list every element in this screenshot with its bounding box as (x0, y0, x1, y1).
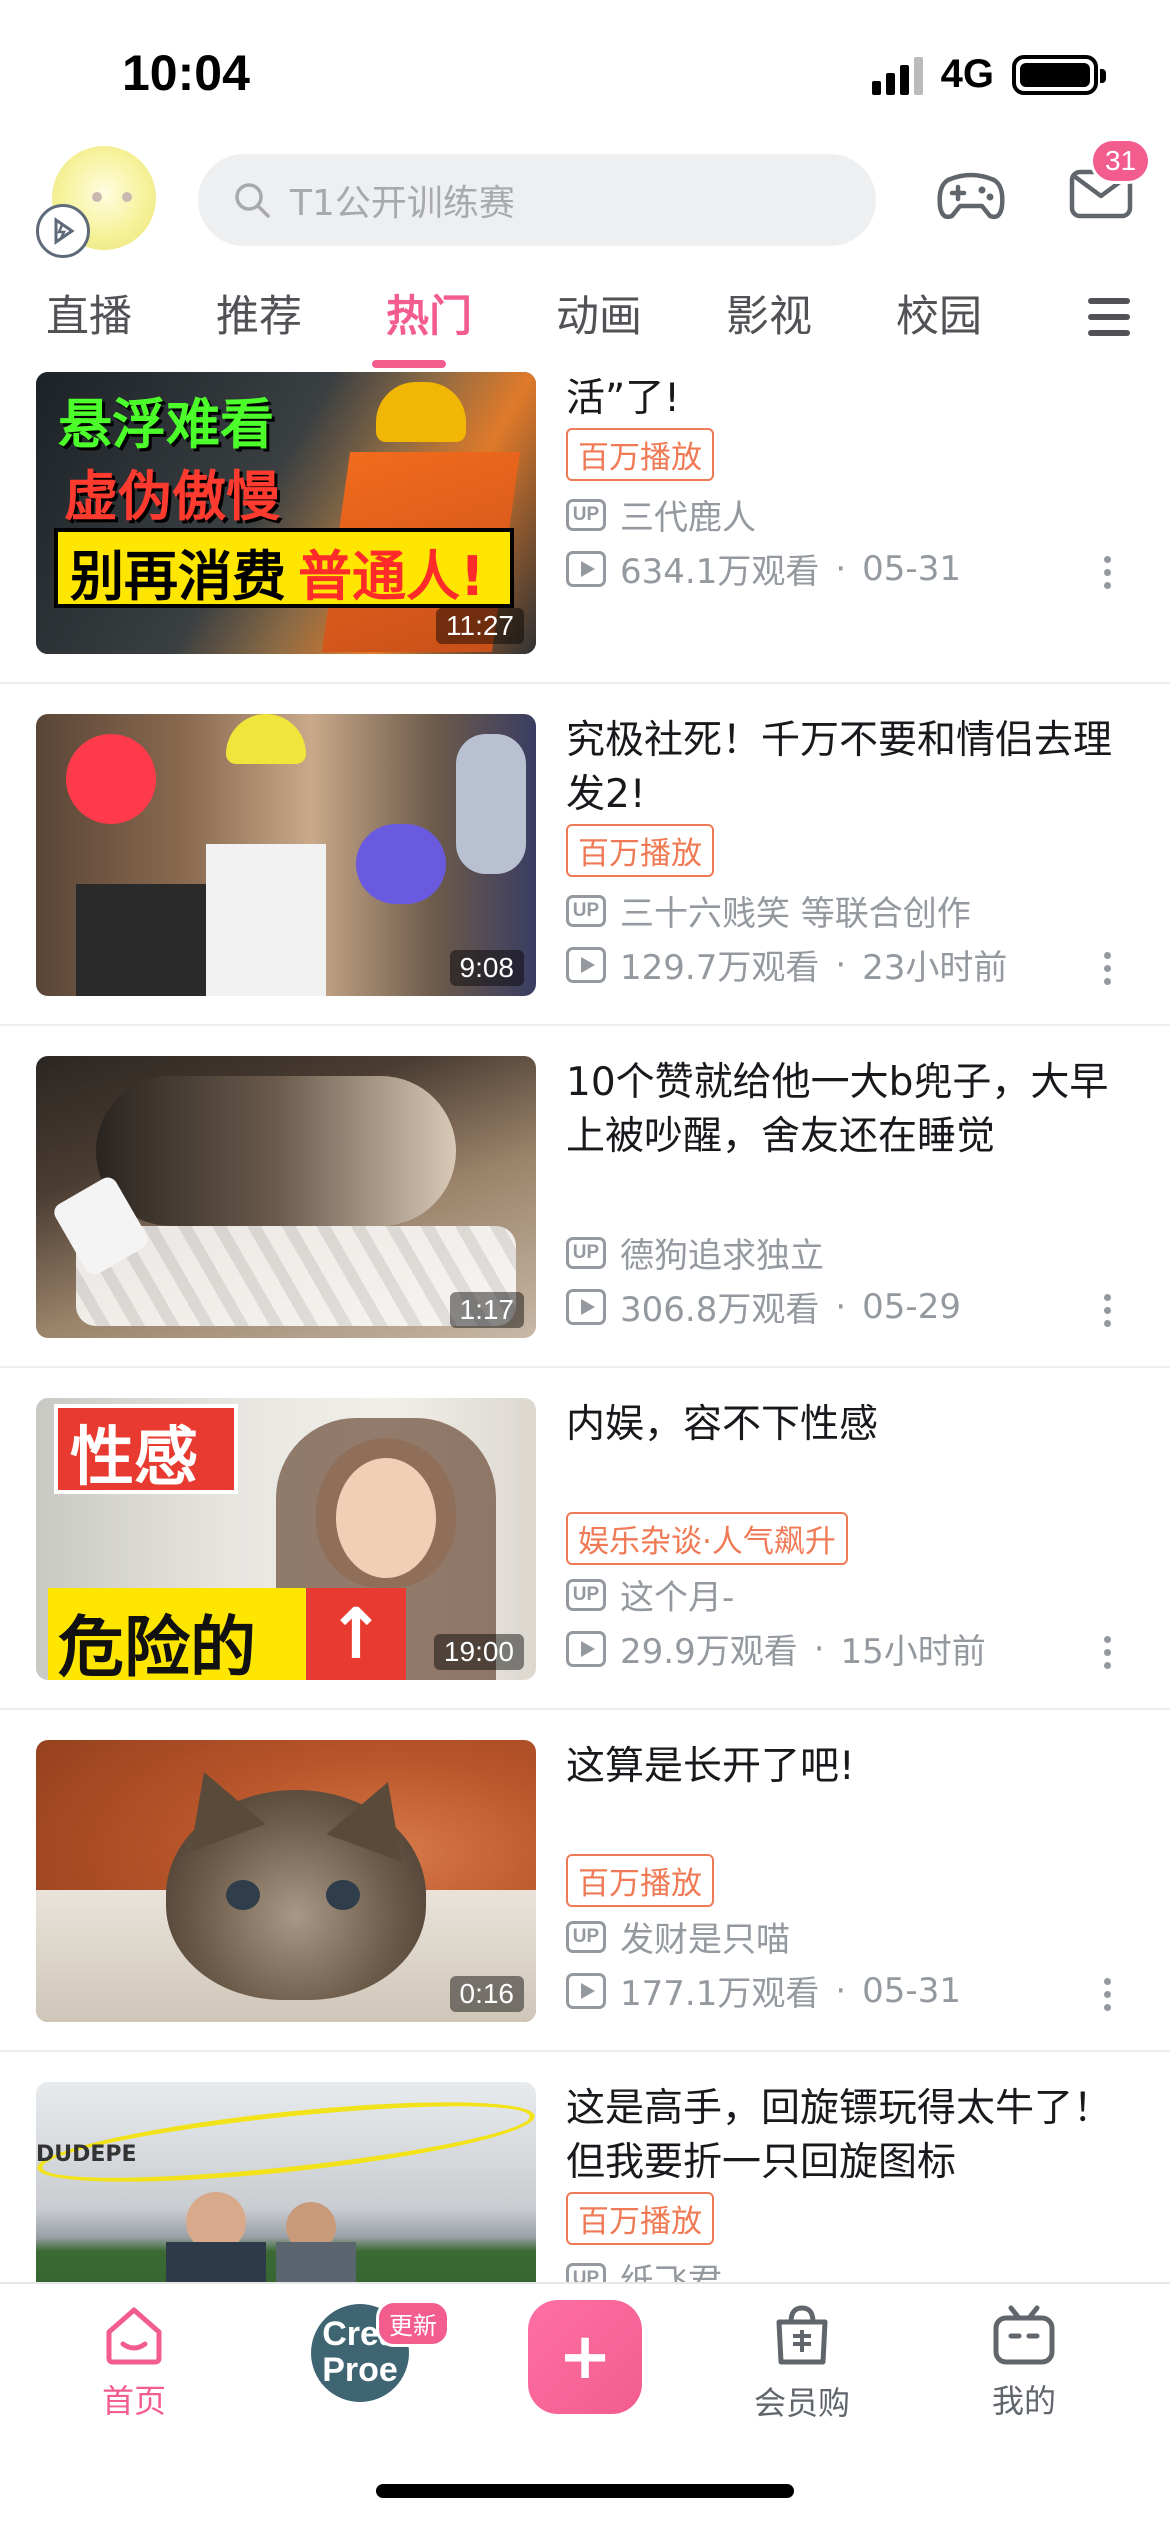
arrow-up-icon: ↑ (306, 1588, 406, 1680)
video-thumbnail[interactable]: 性感 危险的 ↑ 19:00 (36, 1398, 536, 1680)
video-title[interactable]: 宋来了？别再让明星“体验生活”了! (566, 372, 1126, 426)
thumbnail-caption: 危险的 (58, 1609, 256, 1680)
video-feed[interactable]: 悬浮难看 虚伪傲慢 别再消费 普通人! 11:27 宋来了？别再让明星“体验生活… (0, 372, 1170, 2282)
tab-live[interactable]: 直播 (46, 282, 132, 344)
video-author[interactable]: UP 德狗追求独立 (566, 1228, 824, 1277)
up-icon: UP (566, 2262, 606, 2282)
tab-recommend[interactable]: 推荐 (216, 282, 302, 344)
video-stats: 634.1万观看 · 05-31 (566, 544, 961, 593)
tab-anime[interactable]: 动画 (556, 282, 642, 344)
thumbnail-caption: 悬浮难看 (58, 393, 274, 456)
video-thumbnail[interactable]: 9:08 (36, 714, 536, 996)
tab-movies[interactable]: 影视 (726, 282, 812, 344)
search-bar[interactable]: T1公开训练赛 (198, 154, 876, 246)
video-duration: 0:16 (449, 1976, 524, 2012)
nav-vip-shop[interactable]: 会员购 (722, 2304, 882, 2424)
video-thumbnail[interactable]: 1:17 (36, 1056, 536, 1338)
video-author[interactable]: UP 纸飞君 (566, 2254, 722, 2282)
video-title[interactable]: 这是高手，回旋镖玩得太牛了！但我要折一只回旋图标 (566, 2082, 1126, 2190)
video-title[interactable]: 这算是长开了吧! (566, 1740, 1126, 1794)
up-icon: UP (566, 498, 606, 531)
thumbnail-caption: 普通人! (298, 545, 485, 608)
video-card[interactable]: 0:16 这算是长开了吧! 百万播放 UP 发财是只喵 177.1万观看 · 05-3… (0, 1710, 1170, 2052)
video-author[interactable]: UP 三十六贱笑 等联合创作 (566, 886, 971, 935)
up-icon: UP (566, 1236, 606, 1269)
nav-home[interactable]: 首页 (54, 2304, 214, 2422)
play-count-icon (566, 1972, 606, 2009)
video-thumbnail[interactable]: DUDEPE (36, 2082, 536, 2282)
play-count-icon (566, 1288, 606, 1325)
top-header: T1公开训练赛 31 (0, 138, 1170, 266)
search-icon (235, 183, 270, 218)
video-stats: 306.8万观看 · 05-29 (566, 1282, 961, 1331)
home-icon (106, 2307, 162, 2365)
video-duration: 9:08 (449, 950, 524, 986)
status-right: 4G (871, 52, 1106, 97)
play-count-icon (566, 1630, 606, 1667)
shopping-bag-icon (776, 2305, 828, 2365)
video-card[interactable]: 9:08 究极社死！千万不要和情侣去理发2! 百万播放 UP 三十六贱笑 等联合创… (0, 684, 1170, 1026)
video-tag: 百万播放 (566, 824, 714, 877)
video-duration: 19:00 (433, 1634, 524, 1670)
more-options-icon[interactable] (1104, 1978, 1112, 2017)
video-thumbnail[interactable]: 0:16 (36, 1740, 536, 2022)
status-bar: 10:04 4G (0, 0, 1170, 150)
nav-mine[interactable]: 我的 (944, 2304, 1104, 2422)
video-tag: 百万播放 (566, 428, 714, 481)
video-duration: 11:27 (436, 608, 524, 644)
update-badge: 更新 (376, 2300, 450, 2347)
video-title[interactable]: 10个赞就给他一大b兜子，大早上被吵醒，舍友还在睡觉 (566, 1056, 1126, 1164)
thumbnail-caption: 性感 (70, 1421, 198, 1495)
nav-vip-shop-label: 会员购 (753, 2384, 850, 2422)
nav-home-label: 首页 (101, 2382, 166, 2420)
channel-tabs: 直播 推荐 热门 动画 影视 校园 (0, 282, 1170, 372)
thumbnail-caption: 虚伪傲慢 (64, 465, 280, 528)
video-tag: 娱乐杂谈·人气飙升 (566, 1512, 848, 1565)
video-tag: 百万播放 (566, 2192, 714, 2245)
search-placeholder: T1公开训练赛 (290, 183, 515, 224)
battery-icon (1012, 54, 1106, 95)
network-type: 4G (940, 52, 994, 96)
video-author[interactable]: UP 发财是只喵 (566, 1912, 790, 1961)
menu-icon[interactable] (1088, 298, 1130, 336)
video-card[interactable]: 悬浮难看 虚伪傲慢 别再消费 普通人! 11:27 宋来了？别再让明星“体验生活… (0, 372, 1170, 684)
live-icon[interactable] (36, 204, 90, 258)
up-icon: UP (566, 1578, 606, 1611)
video-title[interactable]: 内娱，容不下性感 (566, 1398, 1126, 1452)
thumbnail-caption: DUDEPE (36, 2142, 137, 2167)
thumbnail-caption: 别再消费 (70, 545, 286, 608)
video-stats: 129.7万观看 · 23小时前 (566, 940, 1007, 989)
up-icon: UP (566, 1920, 606, 1953)
signal-icon (871, 55, 923, 95)
more-options-icon[interactable] (1104, 556, 1112, 595)
more-options-icon[interactable] (1104, 1636, 1112, 1675)
nav-mine-label: 我的 (991, 2382, 1056, 2420)
tab-campus[interactable]: 校园 (896, 282, 982, 344)
play-count-icon (566, 550, 606, 587)
video-stats: 29.9万观看 · 15小时前 (566, 1624, 986, 1673)
video-thumbnail[interactable]: 悬浮难看 虚伪傲慢 别再消费 普通人! 11:27 (36, 372, 536, 654)
more-options-icon[interactable] (1104, 952, 1112, 991)
home-indicator (376, 2484, 794, 2498)
play-count-icon (566, 946, 606, 983)
message-count-badge: 31 (1090, 138, 1152, 184)
status-time: 10:04 (122, 45, 250, 101)
tv-icon (993, 2305, 1055, 2365)
video-card[interactable]: 性感 危险的 ↑ 19:00 内娱，容不下性感 娱乐杂谈·人气飙升 UP 这个月-… (0, 1368, 1170, 1710)
video-duration: 1:17 (449, 1292, 524, 1328)
video-card[interactable]: DUDEPE 这是高手，回旋镖玩得太牛了！但我要折一只回旋图标 百万播放 UP 纸… (0, 2052, 1170, 2282)
publish-button[interactable]: + (528, 2300, 642, 2414)
video-title[interactable]: 究极社死！千万不要和情侣去理发2! (566, 714, 1126, 822)
video-author[interactable]: UP 三代鹿人 (566, 490, 756, 539)
video-author[interactable]: UP 这个月- (566, 1570, 734, 1619)
up-icon: UP (566, 894, 606, 927)
game-controller-icon[interactable] (934, 160, 1008, 230)
tab-hot[interactable]: 热门 (386, 282, 472, 344)
video-card[interactable]: 1:17 10个赞就给他一大b兜子，大早上被吵醒，舍友还在睡觉 UP 德狗追求独立… (0, 1026, 1170, 1368)
video-tag: 百万播放 (566, 1854, 714, 1907)
video-stats: 177.1万观看 · 05-31 (566, 1966, 961, 2015)
more-options-icon[interactable] (1104, 1294, 1112, 1333)
active-tab-indicator (372, 360, 446, 368)
